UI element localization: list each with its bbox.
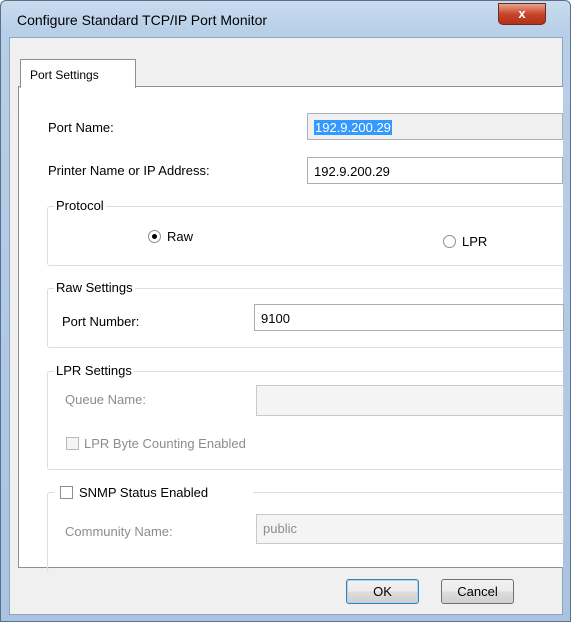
snmp-group: SNMP Status Enabled Community Name: publ…	[47, 484, 564, 573]
community-name-field[interactable]: public	[256, 514, 564, 544]
dialog-client-area: Port Settings Port Name: 192.9.200.29 Pr…	[9, 37, 564, 615]
raw-settings-legend: Raw Settings	[54, 280, 135, 295]
community-name-label: Community Name:	[65, 524, 173, 539]
cancel-button[interactable]: Cancel	[441, 579, 514, 604]
tab-port-settings[interactable]: Port Settings	[20, 59, 136, 88]
port-number-label: Port Number:	[62, 314, 140, 329]
protocol-group: Protocol Raw LPR	[47, 198, 564, 266]
community-name-value: public	[263, 521, 297, 536]
close-icon: x	[518, 6, 526, 21]
lpr-settings-group: LPR Settings Queue Name: LPR Byte Counti…	[47, 363, 564, 470]
lpr-radio[interactable]	[443, 235, 456, 248]
port-name-field[interactable]: 192.9.200.29	[307, 113, 563, 140]
snmp-legend: SNMP Status Enabled	[54, 484, 253, 502]
printer-name-value: 192.9.200.29	[314, 164, 390, 179]
window-title: Configure Standard TCP/IP Port Monitor	[17, 12, 268, 28]
snmp-status-checkbox[interactable]	[60, 486, 73, 499]
queue-name-label: Queue Name:	[65, 392, 146, 407]
tab-label: Port Settings	[30, 68, 99, 82]
port-name-value: 192.9.200.29	[314, 120, 392, 135]
queue-name-field[interactable]	[256, 385, 564, 416]
raw-radio-label[interactable]: Raw	[167, 229, 193, 244]
raw-radio[interactable]	[148, 230, 161, 243]
dialog-window: Configure Standard TCP/IP Port Monitor x…	[0, 0, 571, 622]
port-settings-panel: Port Name: 192.9.200.29 Printer Name or …	[18, 86, 564, 573]
port-number-value: 9100	[261, 311, 290, 326]
title-bar[interactable]: Configure Standard TCP/IP Port Monitor x	[1, 1, 570, 37]
lpr-byte-counting-checkbox[interactable]	[66, 437, 79, 450]
printer-name-field[interactable]: 192.9.200.29	[307, 157, 563, 184]
ok-button[interactable]: OK	[346, 579, 419, 604]
lpr-radio-label[interactable]: LPR	[462, 234, 487, 249]
port-name-label: Port Name:	[48, 120, 114, 135]
lpr-byte-counting-label[interactable]: LPR Byte Counting Enabled	[84, 436, 246, 451]
port-number-field[interactable]: 9100	[254, 304, 564, 331]
raw-settings-group: Raw Settings Port Number: 9100	[47, 280, 564, 348]
close-button[interactable]: x	[498, 3, 546, 25]
lpr-settings-legend: LPR Settings	[54, 363, 134, 378]
protocol-legend: Protocol	[54, 198, 106, 213]
radio-selected-dot	[152, 234, 157, 239]
snmp-status-label[interactable]: SNMP Status Enabled	[79, 485, 208, 500]
printer-name-label: Printer Name or IP Address:	[48, 163, 210, 178]
